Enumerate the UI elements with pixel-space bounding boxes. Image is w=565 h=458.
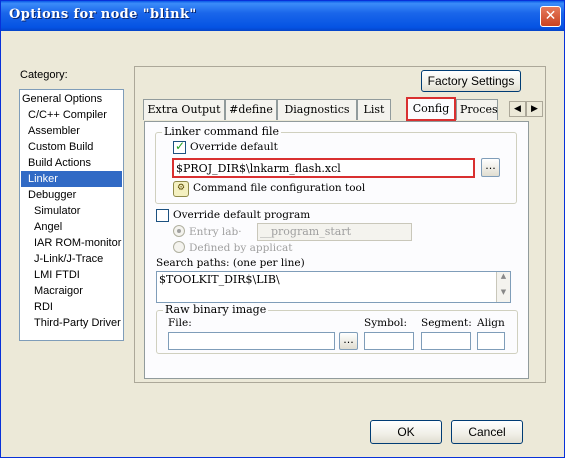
cancel-button[interactable]: Cancel <box>451 420 523 444</box>
raw-file-input[interactable] <box>168 332 335 350</box>
search-paths-scrollbar[interactable]: ▲ ▼ <box>496 272 510 302</box>
category-item-jlink-jtrace[interactable]: J-Link/J-Trace <box>34 251 103 267</box>
close-button[interactable]: ✕ <box>540 6 561 27</box>
config-tab-pane: Linker command file ✓ Override default $… <box>144 121 529 379</box>
tab-processor[interactable]: Proces <box>456 99 498 120</box>
tab-scroll-right-icon[interactable]: ▶ <box>526 101 543 117</box>
category-label: Category: <box>20 69 68 81</box>
category-item-debugger[interactable]: Debugger <box>28 187 76 203</box>
tab-config[interactable]: Config <box>406 97 456 121</box>
file-label: File: <box>168 317 192 329</box>
factory-settings-button[interactable]: Factory Settings <box>421 70 521 92</box>
raw-binary-label: Raw binary image <box>163 303 269 316</box>
category-item-macraigor[interactable]: Macraigor <box>34 283 83 299</box>
search-paths-label: Search paths: (one per line) <box>156 257 305 269</box>
category-item-iar-rom-monitor[interactable]: IAR ROM-monitor <box>34 235 121 251</box>
config-tool-label[interactable]: Command file configuration tool <box>193 182 365 194</box>
category-item-linker[interactable]: Linker <box>21 171 122 187</box>
override-default-checkbox[interactable]: ✓ <box>173 139 186 154</box>
checkmark-icon: ✓ <box>175 139 186 153</box>
segment-input[interactable] <box>421 332 471 350</box>
category-item-assembler[interactable]: Assembler <box>28 123 80 139</box>
search-paths-textarea[interactable]: $TOOLKIT_DIR$\LIB\ <box>156 271 511 303</box>
radio-dot-icon <box>177 229 181 233</box>
tab-diagnostics[interactable]: Diagnostics <box>277 99 357 120</box>
linker-path-input[interactable]: $PROJ_DIR$\lnkarm_flash.xcl <box>172 158 475 178</box>
align-label: Align <box>477 317 505 329</box>
dialog-title: Options for node "blink" <box>9 7 197 22</box>
category-list[interactable]: General Options C/C++ Compiler Assembler… <box>19 89 124 341</box>
linker-path-browse-button[interactable]: ... <box>481 158 500 177</box>
category-item-lmi-ftdi[interactable]: LMI FTDI <box>34 267 80 283</box>
defined-by-app-radio[interactable] <box>173 241 185 253</box>
title-bar[interactable]: Options for node "blink" ✕ <box>1 1 564 31</box>
ok-button[interactable]: OK <box>370 420 442 444</box>
options-dialog: Options for node "blink" ✕ Category: Gen… <box>0 0 565 458</box>
tab-list[interactable]: List <box>357 99 391 120</box>
entry-label-text: Entry lab· <box>189 226 242 238</box>
category-item-angel[interactable]: Angel <box>34 219 62 235</box>
override-default-label: Override default <box>190 141 278 153</box>
entry-label-radio[interactable] <box>173 225 185 237</box>
category-item-custom-build[interactable]: Custom Build <box>28 139 93 155</box>
category-item-third-party-driver[interactable]: Third-Party Driver <box>34 315 121 331</box>
override-program-checkbox[interactable] <box>156 209 169 222</box>
segment-label: Segment: <box>421 317 472 329</box>
category-item-rdi[interactable]: RDI <box>34 299 53 315</box>
config-tool-icon[interactable]: ⚙ <box>173 181 189 197</box>
defined-by-app-label: Defined by applicat <box>189 242 293 254</box>
raw-file-browse-button[interactable]: ... <box>339 332 358 350</box>
symbol-label: Symbol: <box>364 317 408 329</box>
category-item-c-compiler[interactable]: C/C++ Compiler <box>28 107 107 123</box>
tab-scroll-arrows: ◀ ▶ <box>509 101 543 117</box>
category-item-build-actions[interactable]: Build Actions <box>28 155 91 171</box>
close-icon: ✕ <box>544 8 557 24</box>
tab-define[interactable]: #define <box>225 99 277 120</box>
tab-scroll-left-icon[interactable]: ◀ <box>509 101 526 117</box>
category-item-general-options[interactable]: General Options <box>22 91 102 107</box>
tab-extra-output[interactable]: Extra Output <box>143 99 225 120</box>
override-program-label: Override default program <box>173 209 311 221</box>
category-item-simulator[interactable]: Simulator <box>34 203 80 219</box>
entry-label-input[interactable]: __program_start <box>257 223 412 241</box>
align-input[interactable] <box>477 332 505 350</box>
symbol-input[interactable] <box>364 332 414 350</box>
linker-command-file-label: Linker command file <box>162 125 282 138</box>
